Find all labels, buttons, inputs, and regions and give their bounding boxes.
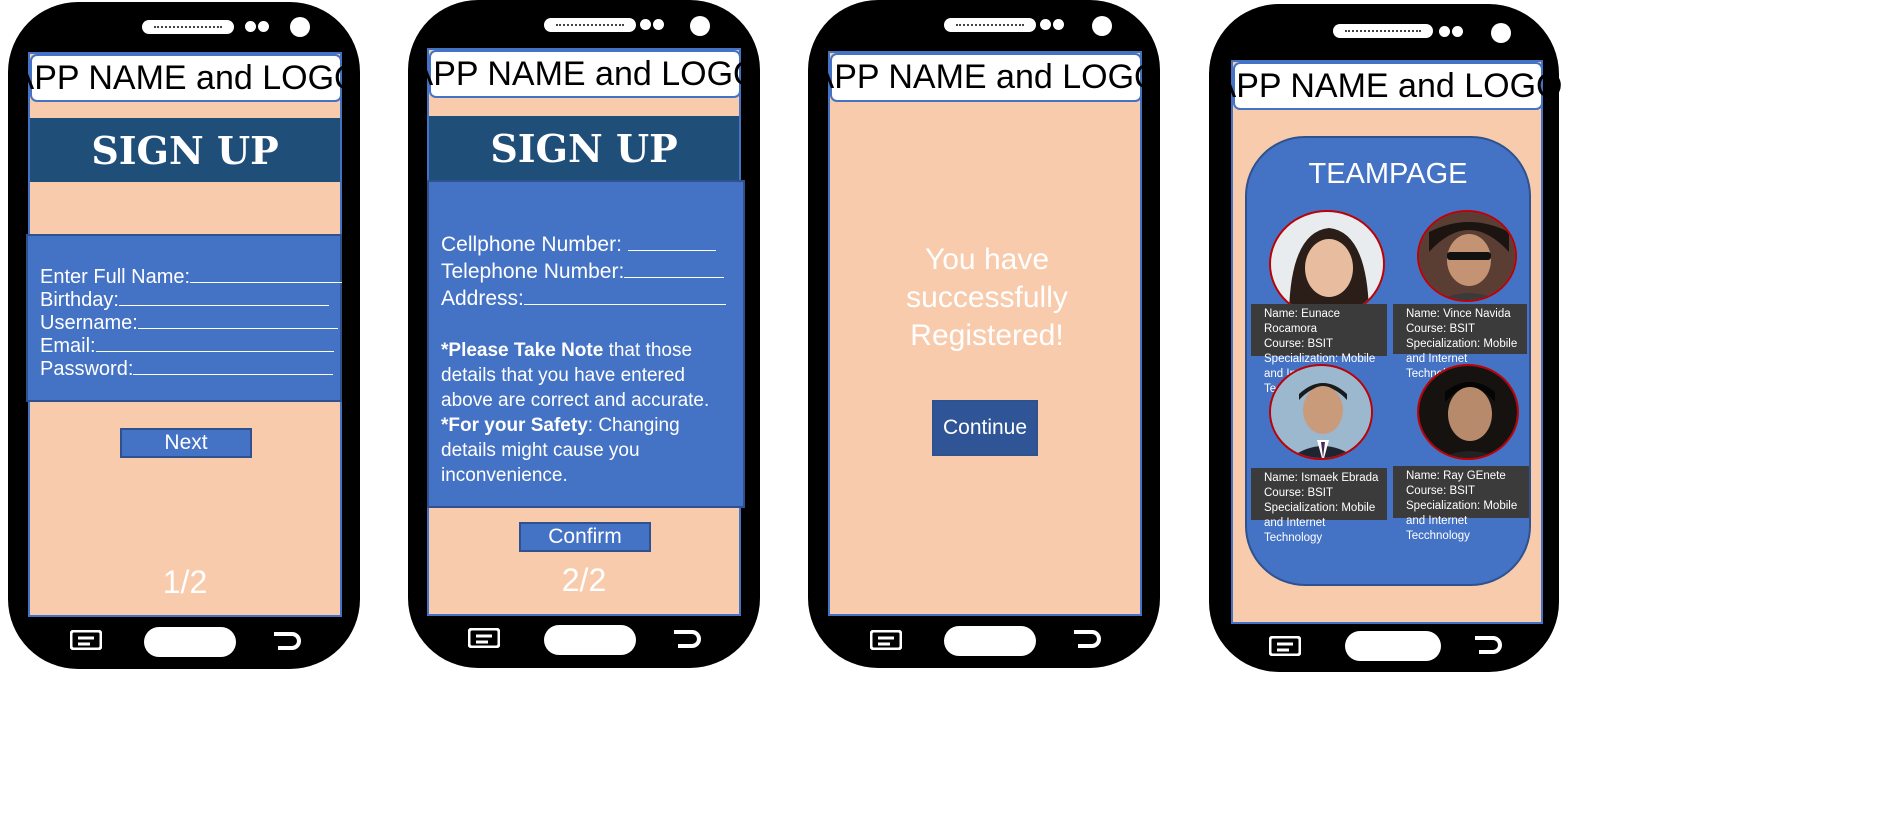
member-2-spec: Specialization: Mobile — [1406, 338, 1518, 350]
front-camera — [290, 17, 310, 37]
member-3-info: Name: Ismaek Ebrada Course: BSIT Special… — [1251, 468, 1387, 544]
signup-header: SIGN UP — [429, 116, 739, 180]
phone-2: APP NAME and LOGO SIGN UP Cellphone Numb… — [408, 0, 760, 668]
screen-signup-2: APP NAME and LOGO SIGN UP Cellphone Numb… — [411, 48, 759, 616]
speaker-grille — [544, 18, 636, 32]
phone-1: APP NAME and LOGO SIGN UP Enter Full Nam… — [8, 2, 360, 669]
member-4-spec-2: and Internet Tecchnology — [1406, 515, 1470, 542]
member-3-spec-2: and Internet Technology — [1264, 517, 1326, 544]
username-label: Username: — [40, 312, 138, 334]
sensor-dot — [653, 19, 664, 30]
success-message: You have successfully Registered! — [906, 243, 1068, 352]
safety-text: *For your Safety: Changing details might… — [441, 413, 711, 488]
password-label: Password: — [40, 358, 134, 380]
back-icon[interactable] — [670, 628, 702, 650]
member-4-course: Course: BSIT — [1406, 485, 1476, 497]
back-icon[interactable] — [1471, 634, 1503, 656]
member-2-course: Course: BSIT — [1406, 323, 1476, 335]
full-name-field[interactable]: Enter Full Name: — [40, 264, 343, 289]
take-note-bold: *Please Take Note — [441, 340, 604, 361]
telephone-label: Telephone Number: — [441, 260, 625, 283]
menu-icon[interactable] — [870, 630, 902, 650]
email-field[interactable]: Email: — [40, 333, 334, 358]
front-camera — [1491, 23, 1511, 43]
front-camera — [1092, 16, 1112, 36]
avatar-member-2 — [1417, 210, 1517, 302]
screen-signup-1: APP NAME and LOGO SIGN UP Enter Full Nam… — [12, 52, 360, 617]
safety-bold: *For your Safety — [441, 415, 588, 436]
home-button[interactable] — [544, 625, 636, 655]
member-2-name: Name: Vince Navida — [1406, 308, 1511, 320]
telephone-field[interactable]: Telephone Number: — [441, 259, 725, 284]
teampage-title: TEAMPAGE — [1308, 158, 1468, 190]
password-field[interactable]: Password: — [40, 356, 334, 381]
sensor-dot — [1439, 26, 1450, 37]
member-2-info: Name: Vince Navida Course: BSIT Speciali… — [1393, 304, 1527, 380]
cellphone-field[interactable]: Cellphone Number: — [441, 232, 716, 257]
birthday-label: Birthday: — [40, 289, 119, 311]
back-icon[interactable] — [1070, 628, 1102, 650]
birthday-field[interactable]: Birthday: — [40, 287, 329, 312]
page-indicator: 2/2 — [561, 562, 607, 598]
member-4-name: Name: Ray GEnete — [1406, 470, 1506, 482]
speaker-grille — [944, 18, 1036, 32]
sensor-dot — [1040, 19, 1051, 30]
app-name-logo-bar: APP NAME and LOGO — [1214, 62, 1562, 110]
sensor-dot — [1053, 19, 1064, 30]
member-3-course: Course: BSIT — [1264, 487, 1334, 499]
phone-4: APP NAME and LOGO TEAMPAGE Name: Eunace … — [1209, 4, 1562, 672]
menu-icon[interactable] — [1269, 636, 1301, 656]
app-name-logo-bar: APP NAME and LOGO — [812, 53, 1160, 102]
full-name-label: Enter Full Name: — [40, 266, 191, 288]
sensor-dot — [1452, 26, 1463, 37]
member-1-name: Name: Eunace Rocamora — [1264, 308, 1341, 335]
signup-header: SIGN UP — [30, 118, 340, 182]
front-camera — [690, 16, 710, 36]
sensor-dot — [258, 21, 269, 32]
app-name-logo-bar: APP NAME and LOGO — [411, 50, 759, 98]
member-1-course: Course: BSIT — [1264, 338, 1334, 350]
member-4-spec: Specialization: Mobile — [1406, 500, 1518, 512]
app-name-logo-bar: APP NAME and LOGO — [12, 54, 360, 102]
member-4-info: Name: Ray GEnete Course: BSIT Specializa… — [1393, 466, 1529, 542]
take-note-text: *Please Take Note that those details tha… — [441, 338, 731, 413]
screen-registered: APP NAME and LOGO You have successfully … — [812, 51, 1160, 616]
username-field[interactable]: Username: — [40, 310, 338, 335]
home-button[interactable] — [144, 627, 236, 657]
back-icon[interactable] — [270, 630, 302, 652]
email-label: Email: — [40, 335, 96, 357]
page-indicator: 1/2 — [162, 564, 208, 600]
home-button[interactable] — [1345, 631, 1441, 661]
continue-button[interactable]: Continue — [932, 400, 1038, 456]
speaker-grille — [142, 20, 234, 34]
home-button[interactable] — [944, 626, 1036, 656]
sensor-dot — [245, 21, 256, 32]
address-field[interactable]: Address: — [441, 286, 726, 311]
contact-form-panel: Cellphone Number: Telephone Number: Addr… — [427, 180, 745, 508]
phone-3: APP NAME and LOGO You have successfully … — [808, 0, 1160, 668]
member-3-name: Name: Ismaek Ebrada — [1264, 472, 1379, 484]
next-button[interactable]: Next — [120, 428, 252, 458]
team-card: TEAMPAGE Name: Eunace Rocamora Course: B… — [1245, 136, 1531, 586]
menu-icon[interactable] — [468, 628, 500, 648]
menu-icon[interactable] — [70, 630, 102, 650]
cellphone-label: Cellphone Number: — [441, 233, 622, 256]
avatar-member-4 — [1417, 364, 1519, 460]
address-label: Address: — [441, 287, 524, 310]
avatar-member-1 — [1269, 210, 1385, 318]
member-3-spec: Specialization: Mobile — [1264, 502, 1376, 514]
sensor-dot — [640, 19, 651, 30]
screen-teampage: APP NAME and LOGO TEAMPAGE Name: Eunace … — [1214, 60, 1562, 624]
member-1-info: Name: Eunace Rocamora Course: BSIT Speci… — [1251, 304, 1387, 395]
confirm-button[interactable]: Confirm — [519, 522, 651, 552]
signup-form-panel: Enter Full Name: Birthday: Username: Ema… — [26, 234, 343, 402]
speaker-grille — [1333, 24, 1433, 38]
avatar-member-3 — [1269, 364, 1373, 460]
